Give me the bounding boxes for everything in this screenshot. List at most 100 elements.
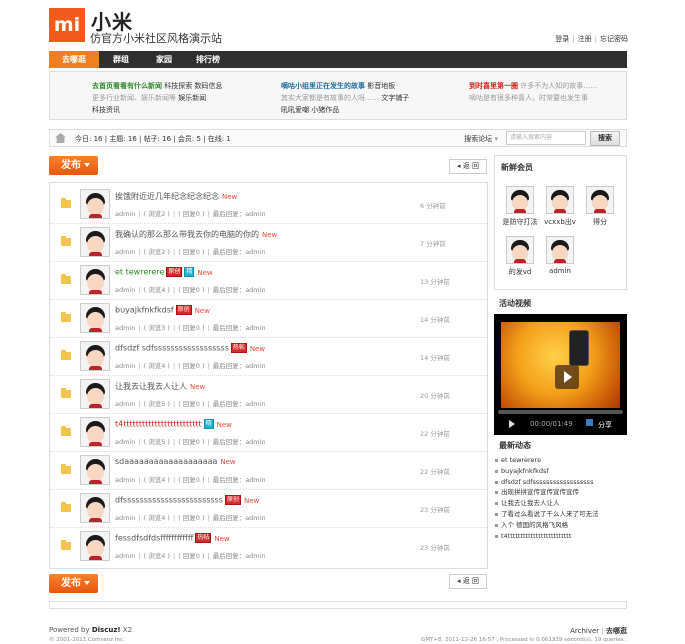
- forgot-password-link[interactable]: 忘记密码: [600, 35, 628, 43]
- archiver-link[interactable]: Archiver: [570, 627, 599, 635]
- table-row[interactable]: sdaaaaaaaaaaaaaaaaaaa New admin |( 浏览4 ) |( …: [50, 452, 487, 490]
- news-title-circle[interactable]: 到时喜里第一圈: [469, 82, 518, 90]
- list-item[interactable]: t4ttttttttttttttttttttttttt: [494, 531, 627, 542]
- member-item[interactable]: admin: [542, 236, 578, 275]
- back-button-bottom[interactable]: ◂ 返 回: [449, 574, 487, 589]
- last-reply[interactable]: 最后回复：admin: [213, 552, 266, 560]
- share-icon[interactable]: [586, 419, 593, 426]
- thread-author[interactable]: admin: [115, 476, 135, 484]
- avatar[interactable]: [80, 531, 110, 561]
- avatar[interactable]: [80, 455, 110, 485]
- last-reply[interactable]: 最后回复：admin: [213, 438, 266, 446]
- news-link[interactable]: 科技探索: [164, 82, 192, 90]
- table-row[interactable]: t4ttttttttttttttttttttttttt 精 New admin |( 浏…: [50, 414, 487, 452]
- thread-author[interactable]: admin: [115, 362, 135, 370]
- avatar[interactable]: [80, 341, 110, 371]
- table-row[interactable]: 让我去让我去人让人 New admin |( 浏览5 ) |( 回复0 ) | 最后回复：a…: [50, 376, 487, 414]
- search-input[interactable]: 请输入搜索内容: [506, 131, 586, 145]
- news-link[interactable]: 小猪作品: [311, 106, 339, 114]
- member-item[interactable]: vcxxb出v: [542, 186, 578, 227]
- news-title-home[interactable]: 去首页看看有什么新闻: [92, 82, 162, 90]
- last-reply[interactable]: 最后回复：admin: [213, 362, 266, 370]
- last-reply[interactable]: 最后回复：admin: [213, 324, 266, 332]
- last-reply[interactable]: 最后回复：admin: [213, 514, 266, 522]
- thread-author[interactable]: admin: [115, 210, 135, 218]
- news-link[interactable]: 娱乐新闻: [178, 94, 206, 102]
- avatar[interactable]: [80, 493, 110, 523]
- video-progress-bar[interactable]: [498, 410, 623, 414]
- thread-author[interactable]: admin: [115, 552, 135, 560]
- thread-title[interactable]: 我确认的那么那么带我去你的电脑的你的 New: [115, 229, 277, 240]
- thread-title[interactable]: dfssssssssssssssssssssssss 原创 New: [115, 495, 259, 505]
- last-reply[interactable]: 最后回复：admin: [213, 400, 266, 408]
- thread-author[interactable]: admin: [115, 286, 135, 294]
- thread-author[interactable]: admin: [115, 400, 135, 408]
- list-item[interactable]: 入个 德国的风格飞风格: [494, 520, 627, 531]
- video-screen[interactable]: [501, 322, 620, 408]
- site-logo[interactable]: mi 小米 仿官方小米社区风格演示站: [49, 8, 249, 45]
- post-button-top[interactable]: 发布: [49, 156, 98, 175]
- thread-author[interactable]: admin: [115, 438, 135, 446]
- last-reply[interactable]: 最后回复：admin: [213, 248, 266, 256]
- news-title-groups[interactable]: 嘀咕小组里正在发生的故事: [281, 82, 365, 90]
- thread-title[interactable]: dfsdzf sdfssssssssssssssssss 热帖 New: [115, 343, 265, 353]
- news-link[interactable]: 数码信息: [194, 82, 222, 90]
- share-button[interactable]: 分享: [598, 420, 612, 430]
- play-icon[interactable]: [555, 365, 579, 389]
- login-link[interactable]: 登录: [555, 35, 569, 43]
- avatar[interactable]: [80, 303, 110, 333]
- list-item[interactable]: buyajkfnkfkdsf: [494, 466, 627, 477]
- list-item[interactable]: dfsdzf sdfssssssssssssssssss: [494, 477, 627, 488]
- thread-author[interactable]: admin: [115, 248, 135, 256]
- news-link[interactable]: 科技资讯: [92, 106, 120, 114]
- play-small-icon[interactable]: [509, 420, 515, 428]
- avatar[interactable]: [80, 265, 110, 295]
- nav-item-explore[interactable]: 去哪逛: [49, 51, 99, 68]
- member-item[interactable]: 是防守打法: [502, 186, 538, 227]
- avatar[interactable]: [80, 417, 110, 447]
- register-link[interactable]: 注册: [578, 35, 592, 43]
- home-icon[interactable]: [55, 133, 66, 143]
- back-button-top[interactable]: ◂ 返 回: [449, 159, 487, 174]
- table-row[interactable]: fessdfsdfdsffffffffffff 热帖 New admin |( 浏览4 …: [50, 528, 487, 566]
- thread-title[interactable]: sdaaaaaaaaaaaaaaaaaaa New: [115, 457, 236, 466]
- video-player[interactable]: 00:00/01:49 分享: [494, 314, 627, 435]
- discuz-link[interactable]: Discuz!: [92, 626, 121, 634]
- thread-title[interactable]: t4ttttttttttttttttttttttttt 精 New: [115, 419, 232, 429]
- last-reply[interactable]: 最后回复：admin: [213, 286, 266, 294]
- thread-title[interactable]: buyajkfnkfkdsf 原创 New: [115, 305, 210, 315]
- nav-item-ranking[interactable]: 排行榜: [186, 51, 230, 68]
- nav-item-groups[interactable]: 群组: [100, 51, 142, 68]
- avatar[interactable]: [80, 227, 110, 257]
- member-item[interactable]: 得分: [582, 186, 618, 227]
- news-link[interactable]: 影音地板: [367, 82, 395, 90]
- search-scope-label[interactable]: 搜索论坛 ▾: [464, 134, 498, 144]
- list-item[interactable]: et tewrerere: [494, 455, 627, 466]
- member-item[interactable]: 的发vd: [502, 236, 538, 277]
- avatar[interactable]: [80, 189, 110, 219]
- table-row[interactable]: dfsdzf sdfssssssssssssssssss 热帖 New admin |(…: [50, 338, 487, 376]
- table-row[interactable]: 我确认的那么那么带我去你的电脑的你的 New admin |( 浏览2 ) |( 回复0…: [50, 224, 487, 262]
- table-row[interactable]: 挨饿附近近几年纪念纪念纪念 New admin |( 浏览2 ) |( 回复0 ) | 最后…: [50, 186, 487, 224]
- last-reply[interactable]: 最后回复：admin: [213, 210, 266, 218]
- avatar[interactable]: [80, 379, 110, 409]
- thread-author[interactable]: admin: [115, 324, 135, 332]
- thread-title[interactable]: et tewrerere 原创精 New: [115, 267, 213, 277]
- news-link[interactable]: 吼吼爱嘲: [281, 106, 309, 114]
- list-item[interactable]: 了看过么看说了千么人来了可无法: [494, 509, 627, 520]
- thread-title[interactable]: fessdfsdfdsffffffffffff 热帖 New: [115, 533, 230, 543]
- list-item[interactable]: 出现拼拼宣传宣传宣传宣传: [494, 487, 627, 498]
- thread-title[interactable]: 让我去让我去人让人 New: [115, 381, 205, 392]
- nav-item-home[interactable]: 家园: [143, 51, 185, 68]
- list-item[interactable]: 让我去让我去人让人: [494, 498, 627, 509]
- news-link[interactable]: 文字铺子: [381, 94, 409, 102]
- search-button[interactable]: 搜索: [590, 131, 620, 146]
- last-reply[interactable]: 最后回复：admin: [213, 476, 266, 484]
- table-row[interactable]: dfssssssssssssssssssssssss 原创 New admin |( 浏…: [50, 490, 487, 528]
- footer-explore-link[interactable]: 去哪逛: [606, 627, 627, 635]
- thread-author[interactable]: admin: [115, 514, 135, 522]
- table-row[interactable]: buyajkfnkfkdsf 原创 New admin |( 浏览3 ) |( 回复0 )…: [50, 300, 487, 338]
- post-button-bottom[interactable]: 发布: [49, 574, 98, 593]
- table-row[interactable]: et tewrerere 原创精 New admin |( 浏览4 ) |( 回复0 ) |…: [50, 262, 487, 300]
- thread-title[interactable]: 挨饿附近近几年纪念纪念纪念 New: [115, 191, 237, 202]
